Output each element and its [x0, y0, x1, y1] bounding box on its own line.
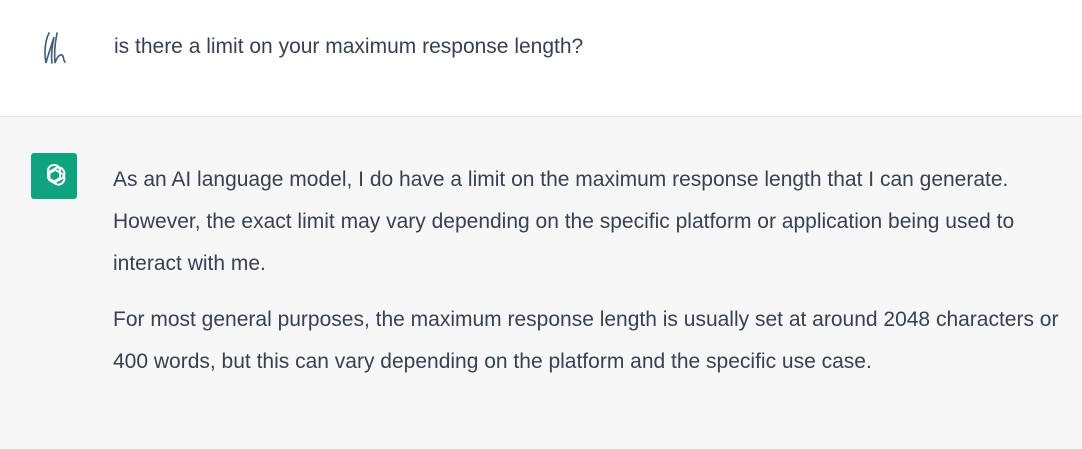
user-message-row: is there a limit on your maximum respons… — [0, 0, 1082, 117]
openai-logo-icon — [47, 164, 66, 186]
assistant-message-body: As an AI language model, I do have a lim… — [113, 159, 1073, 397]
assistant-paragraph-1: As an AI language model, I do have a lim… — [113, 168, 1015, 275]
user-monogram-icon — [44, 32, 66, 64]
user-message-text: is there a limit on your maximum respons… — [114, 35, 584, 58]
user-avatar-icon — [36, 26, 78, 68]
bot-avatar — [31, 153, 77, 199]
assistant-paragraph-2: For most general purposes, the maximum r… — [113, 308, 1059, 373]
assistant-message-row: As an AI language model, I do have a lim… — [0, 117, 1082, 449]
